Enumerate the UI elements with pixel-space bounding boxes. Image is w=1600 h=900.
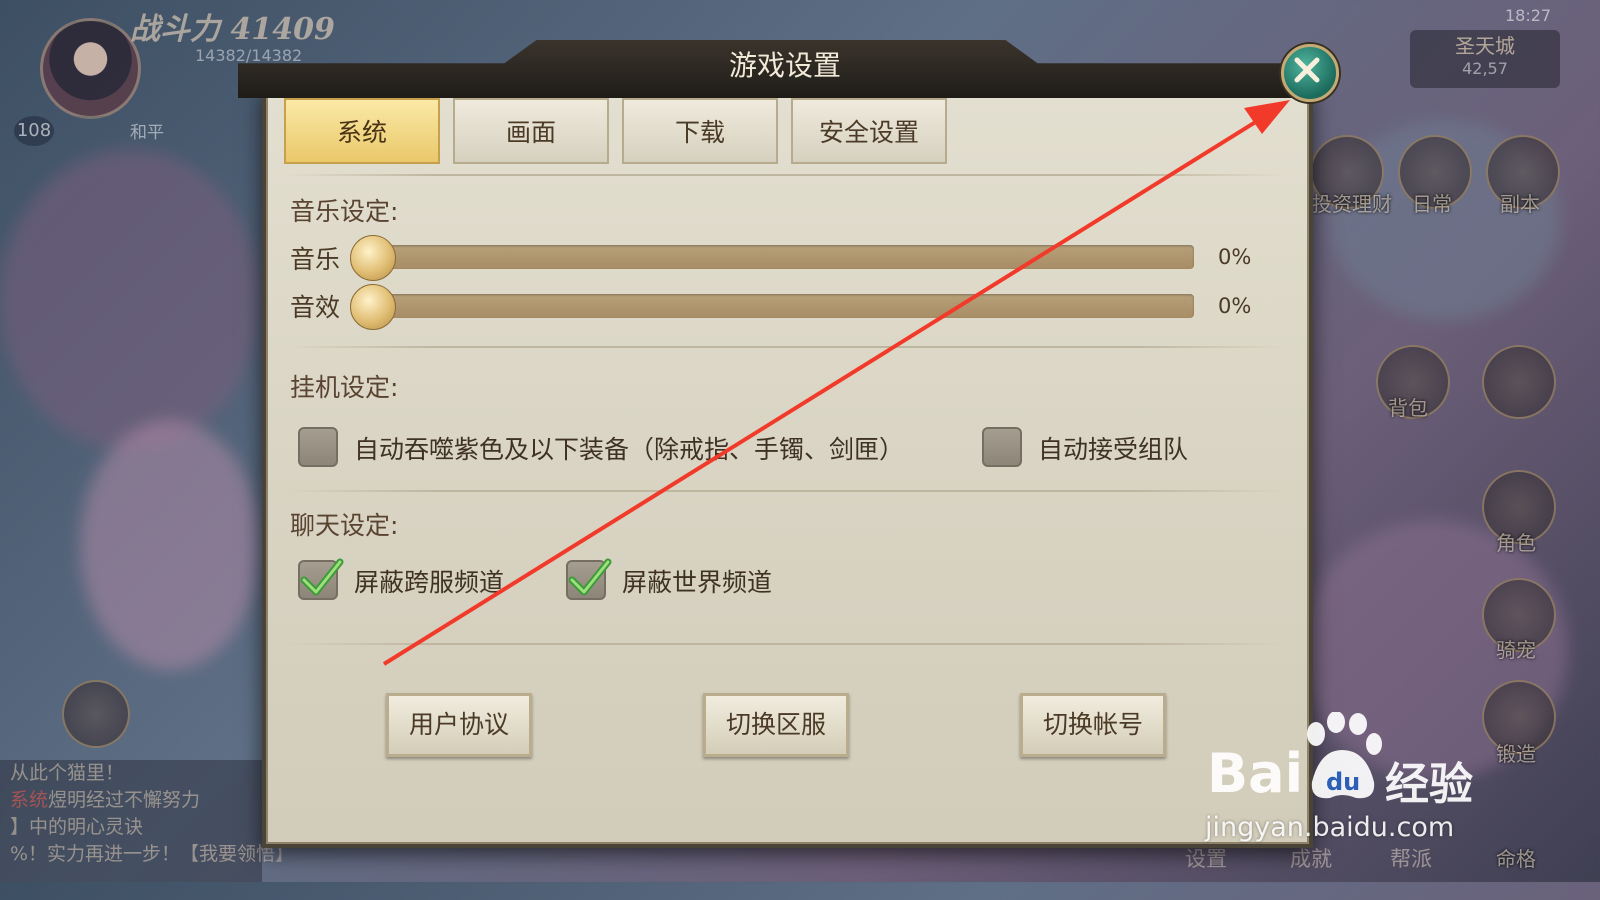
watermark-url: jingyan.baidu.com — [1205, 812, 1455, 843]
watermark-jingyan: 经验 — [1385, 759, 1473, 810]
baidu-paw-icon: du — [1307, 712, 1382, 799]
svg-text:du: du — [1326, 768, 1360, 796]
baidu-watermark-logo: Bai — [1207, 742, 1304, 805]
